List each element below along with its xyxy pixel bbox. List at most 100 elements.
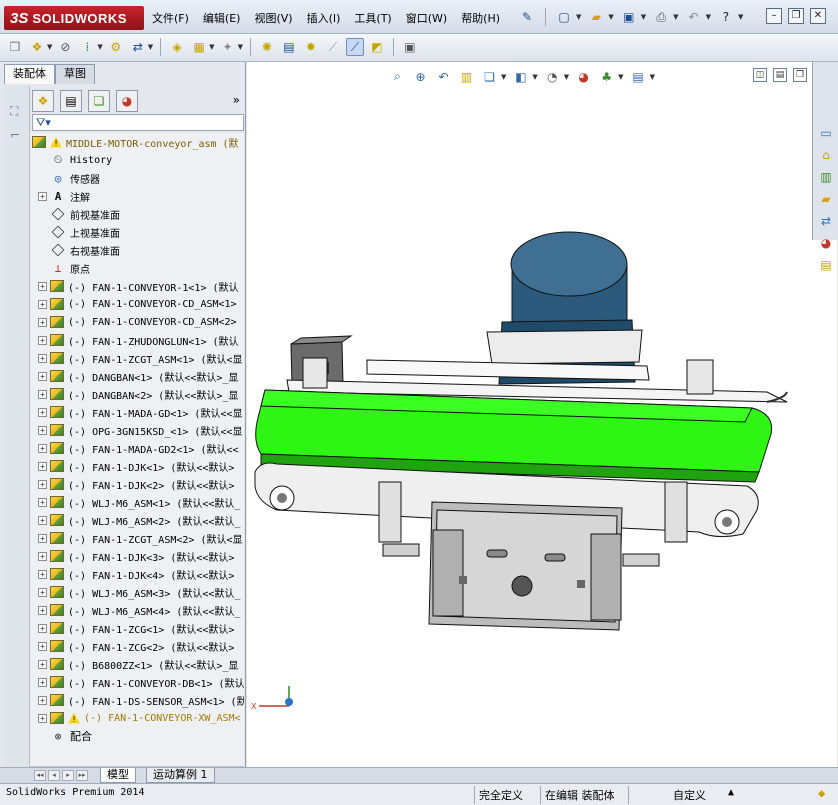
displaymanager-tab-icon[interactable]: ◕: [116, 90, 138, 112]
tab-assembly[interactable]: 装配体: [4, 64, 55, 84]
help-question-icon[interactable]: ?: [717, 8, 735, 26]
expand-icon[interactable]: +: [38, 695, 47, 705]
last-tab-icon[interactable]: ▸▸: [76, 770, 88, 781]
expand-icon[interactable]: +: [38, 479, 47, 489]
expand-icon[interactable]: +: [38, 587, 47, 597]
chevron-down-icon[interactable]: ▼: [47, 43, 52, 51]
tab-motion-study-1[interactable]: 运动算例 1: [146, 768, 215, 783]
tree-item-component[interactable]: + (-) FAN-1-ZCG<1> (默认<<默认>: [38, 619, 244, 637]
open-folder-icon[interactable]: ▰: [587, 8, 605, 26]
chevron-down-icon[interactable]: ▼: [641, 13, 646, 21]
expand-icon[interactable]: +: [38, 713, 47, 723]
chevron-down-icon[interactable]: ▼: [97, 43, 102, 51]
menu-file[interactable]: 文件(F): [152, 10, 189, 26]
linear-pattern-icon[interactable]: ⁞: [78, 38, 96, 56]
expand-icon[interactable]: +: [38, 605, 47, 615]
pin-icon[interactable]: ✎: [518, 8, 536, 26]
explode-line-icon[interactable]: ⟋: [324, 38, 342, 56]
exploded-view-icon[interactable]: ✸: [302, 38, 320, 56]
menu-help[interactable]: 帮助(H): [461, 10, 500, 26]
expand-icon[interactable]: +: [38, 659, 47, 669]
chevron-down-icon[interactable]: ▼: [148, 43, 153, 51]
new-document-icon[interactable]: ▢: [555, 8, 573, 26]
tree-item-mates[interactable]: ⊗ 配合: [38, 727, 244, 745]
save-icon[interactable]: ▣: [620, 8, 638, 26]
menu-edit[interactable]: 编辑(E): [203, 10, 241, 26]
tree-item-component[interactable]: + (-) FAN-1-DJK<3> (默认<<默认>: [38, 547, 244, 565]
menu-window[interactable]: 窗口(W): [406, 10, 447, 26]
chevron-down-icon[interactable]: ▼: [608, 13, 613, 21]
previous-tab-icon[interactable]: ◂: [48, 770, 60, 781]
tab-model[interactable]: 模型: [100, 768, 136, 783]
chevron-down-icon[interactable]: ▼: [238, 43, 243, 51]
assembly-features-icon[interactable]: ▦: [190, 38, 208, 56]
smart-fastener-icon[interactable]: ⚙: [107, 38, 125, 56]
view-palette-icon[interactable]: ⇄: [817, 212, 835, 230]
tree-item-history[interactable]: ⏲ History: [38, 151, 244, 169]
speedpak-icon[interactable]: ◩: [368, 38, 386, 56]
solidworks-logo[interactable]: 3S SOLIDWORKS: [4, 6, 144, 30]
featuremanager-tab-icon[interactable]: ❖: [32, 90, 54, 112]
tree-item-origin[interactable]: ⊥ 原点: [38, 259, 244, 277]
tree-item-component[interactable]: + (-) FAN-1-ZCGT_ASM<2> (默认<显: [38, 529, 244, 547]
propertymanager-tab-icon[interactable]: ▤: [60, 90, 82, 112]
tree-item-component[interactable]: + (-) FAN-1-DJK<4> (默认<<默认>: [38, 565, 244, 583]
units-selector[interactable]: 自定义: [628, 786, 728, 804]
expand-icon[interactable]: +: [38, 677, 47, 687]
appearances-icon[interactable]: ◕: [817, 234, 835, 252]
tree-item-component[interactable]: + (-) FAN-1-MADA-GD2<1> (默认<<: [38, 439, 244, 457]
tree-item-component[interactable]: + (-) WLJ-M6_ASM<3> (默认<<默认_: [38, 583, 244, 601]
expand-icon[interactable]: +: [38, 281, 47, 291]
file-explorer-icon[interactable]: ▰: [817, 190, 835, 208]
motor[interactable]: [486, 231, 643, 385]
sketch-step-icon[interactable]: ⌐: [10, 128, 24, 142]
custom-properties-icon[interactable]: ▤: [817, 256, 835, 274]
print-icon[interactable]: ⎙: [652, 8, 670, 26]
tree-root-assembly[interactable]: ! MIDDLE-MOTOR-conveyor_asm (默: [32, 133, 244, 151]
units-arrow-icon[interactable]: ▲: [728, 787, 734, 798]
more-tabs-icon[interactable]: »: [233, 93, 240, 107]
undo-icon[interactable]: ↶: [685, 8, 703, 26]
assembly-layout-icon[interactable]: ⛶: [10, 104, 24, 118]
tree-item-component[interactable]: + (-) FAN-1-ZHUDONGLUN<1> (默认: [38, 331, 244, 349]
tree-item-sensors[interactable]: ◎ 传感器: [38, 169, 244, 187]
tree-item-component[interactable]: + (-) FAN-1-CONVEYOR-CD_ASM<1>: [38, 295, 244, 313]
expand-icon[interactable]: +: [38, 461, 47, 471]
tree-item-component[interactable]: + (-) FAN-1-CONVEYOR-1<1> (默认: [38, 277, 244, 295]
expand-icon[interactable]: +: [38, 569, 47, 579]
close-icon[interactable]: ✕: [810, 8, 826, 24]
snapshot-icon[interactable]: ▣: [401, 38, 419, 56]
instant3d-icon[interactable]: ⟋: [345, 38, 364, 56]
tree-item-conveyor-xw[interactable]: + ! (-) FAN-1-CONVEYOR-XW_ASM<: [38, 709, 244, 727]
quick-tips-icon[interactable]: ◆: [818, 786, 834, 802]
next-tab-icon[interactable]: ▸: [62, 770, 74, 781]
chevron-down-icon[interactable]: ▼: [576, 13, 581, 21]
expand-icon[interactable]: +: [38, 641, 47, 651]
expand-icon[interactable]: +: [38, 335, 47, 345]
menu-view[interactable]: 视图(V): [254, 10, 292, 26]
tree-item-component[interactable]: + (-) FAN-1-ZCGT_ASM<1> (默认<显: [38, 349, 244, 367]
tree-item-component[interactable]: + (-) WLJ-M6_ASM<1> (默认<<默认_: [38, 493, 244, 511]
expand-icon[interactable]: +: [38, 443, 47, 453]
graphics-area[interactable]: ⌕ ⊕ ↶ ▥ ❏▼ ◧▼ ◔▼ ◕ ♣▼ ▤▼ ◫ ▤ ❐ ✕: [247, 62, 837, 767]
tree-item-component[interactable]: + (-) B6800ZZ<1> (默认<<默认>_显: [38, 655, 244, 673]
insert-component-icon[interactable]: ❖: [28, 38, 46, 56]
filter-icon[interactable]: ⛛▾: [36, 116, 51, 130]
expand-icon[interactable]: +: [38, 533, 47, 543]
tree-item-component[interactable]: + (-) FAN-1-CONVEYOR-DB<1> (默认: [38, 673, 244, 691]
menu-tools[interactable]: 工具(T): [354, 10, 391, 26]
show-hidden-icon[interactable]: ◈: [168, 38, 186, 56]
menu-insert[interactable]: 插入(I): [307, 10, 341, 26]
chevron-down-icon[interactable]: ▼: [209, 43, 214, 51]
component-icon[interactable]: ❒: [6, 38, 24, 56]
chevron-down-icon[interactable]: ▼: [738, 13, 743, 21]
move-component-icon[interactable]: ⇄: [129, 38, 147, 56]
expand-icon[interactable]: +: [38, 389, 47, 399]
tree-item-component[interactable]: + (-) WLJ-M6_ASM<2> (默认<<默认_: [38, 511, 244, 529]
expand-icon[interactable]: +: [38, 497, 47, 507]
tree-item-component[interactable]: + (-) OPG-3GN15KSD_<1> (默认<<显: [38, 421, 244, 439]
new-motion-study-icon[interactable]: ✺: [258, 38, 276, 56]
tree-item-component[interactable]: + (-) DANGBAN<2> (默认<<默认>_显: [38, 385, 244, 403]
mounting-plate[interactable]: [428, 501, 623, 631]
expand-icon[interactable]: +: [38, 515, 47, 525]
